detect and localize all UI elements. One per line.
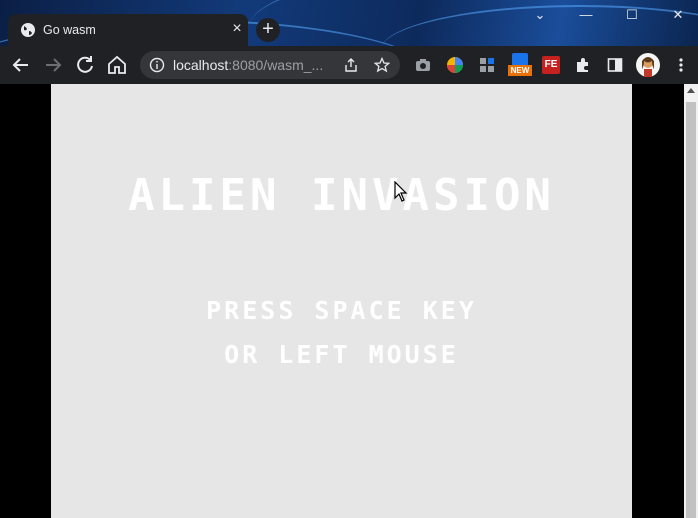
share-icon[interactable] [343, 57, 359, 73]
reload-icon[interactable] [73, 53, 97, 77]
globe-icon [21, 23, 35, 37]
browser-tab[interactable]: Go wasm × [8, 14, 248, 46]
browser-toolbar: localhost:8080/wasm_... NEW FE [0, 46, 698, 85]
page-viewport: ALIEN INVASION PRESS SPACE KEY OR LEFT M… [0, 84, 684, 518]
address-bar[interactable]: localhost:8080/wasm_... [140, 51, 400, 79]
window-title-bar: Go wasm × + ⌄ — ☐ ✕ [0, 0, 698, 46]
info-icon[interactable] [149, 57, 165, 73]
extensions-puzzle-icon[interactable] [574, 56, 592, 74]
more-menu-icon[interactable] [672, 56, 690, 74]
forward-arrow-icon[interactable] [41, 53, 65, 77]
bookmark-star-icon[interactable] [374, 57, 390, 73]
tab-search-dropdown-button[interactable]: ⌄ [522, 4, 558, 26]
url-host: localhost [173, 57, 229, 73]
scroll-up-arrow-icon[interactable] [687, 88, 695, 93]
home-icon[interactable] [105, 53, 129, 77]
tab-title: Go wasm [43, 23, 96, 37]
new-badge-extension-icon[interactable]: NEW [508, 53, 532, 77]
profile-avatar[interactable] [636, 53, 660, 77]
tab-close-button[interactable]: × [228, 19, 246, 39]
game-title: ALIEN INVASION [128, 170, 555, 221]
url-text: localhost:8080/wasm_... [173, 57, 323, 73]
grid-extension-icon[interactable] [478, 56, 496, 74]
side-panel-icon[interactable] [606, 56, 624, 74]
new-tab-button[interactable]: + [256, 18, 280, 42]
press-space-prompt: PRESS SPACE KEY [206, 296, 477, 325]
vertical-scrollbar[interactable] [684, 84, 698, 518]
camera-extension-icon[interactable] [414, 56, 432, 74]
new-badge: NEW [508, 65, 532, 76]
fe-extension-icon[interactable]: FE [542, 56, 560, 74]
close-window-button[interactable]: ✕ [660, 4, 696, 26]
game-canvas[interactable]: ALIEN INVASION PRESS SPACE KEY OR LEFT M… [51, 84, 632, 518]
left-mouse-prompt: OR LEFT MOUSE [224, 340, 459, 369]
back-arrow-icon[interactable] [9, 53, 33, 77]
minimize-button[interactable]: — [568, 4, 604, 26]
mouse-cursor-icon [394, 181, 408, 202]
color-wheel-extension-icon[interactable] [446, 56, 464, 74]
scrollbar-thumb[interactable] [686, 102, 696, 518]
maximize-button[interactable]: ☐ [614, 4, 650, 26]
url-path: :8080/wasm_... [228, 57, 324, 73]
